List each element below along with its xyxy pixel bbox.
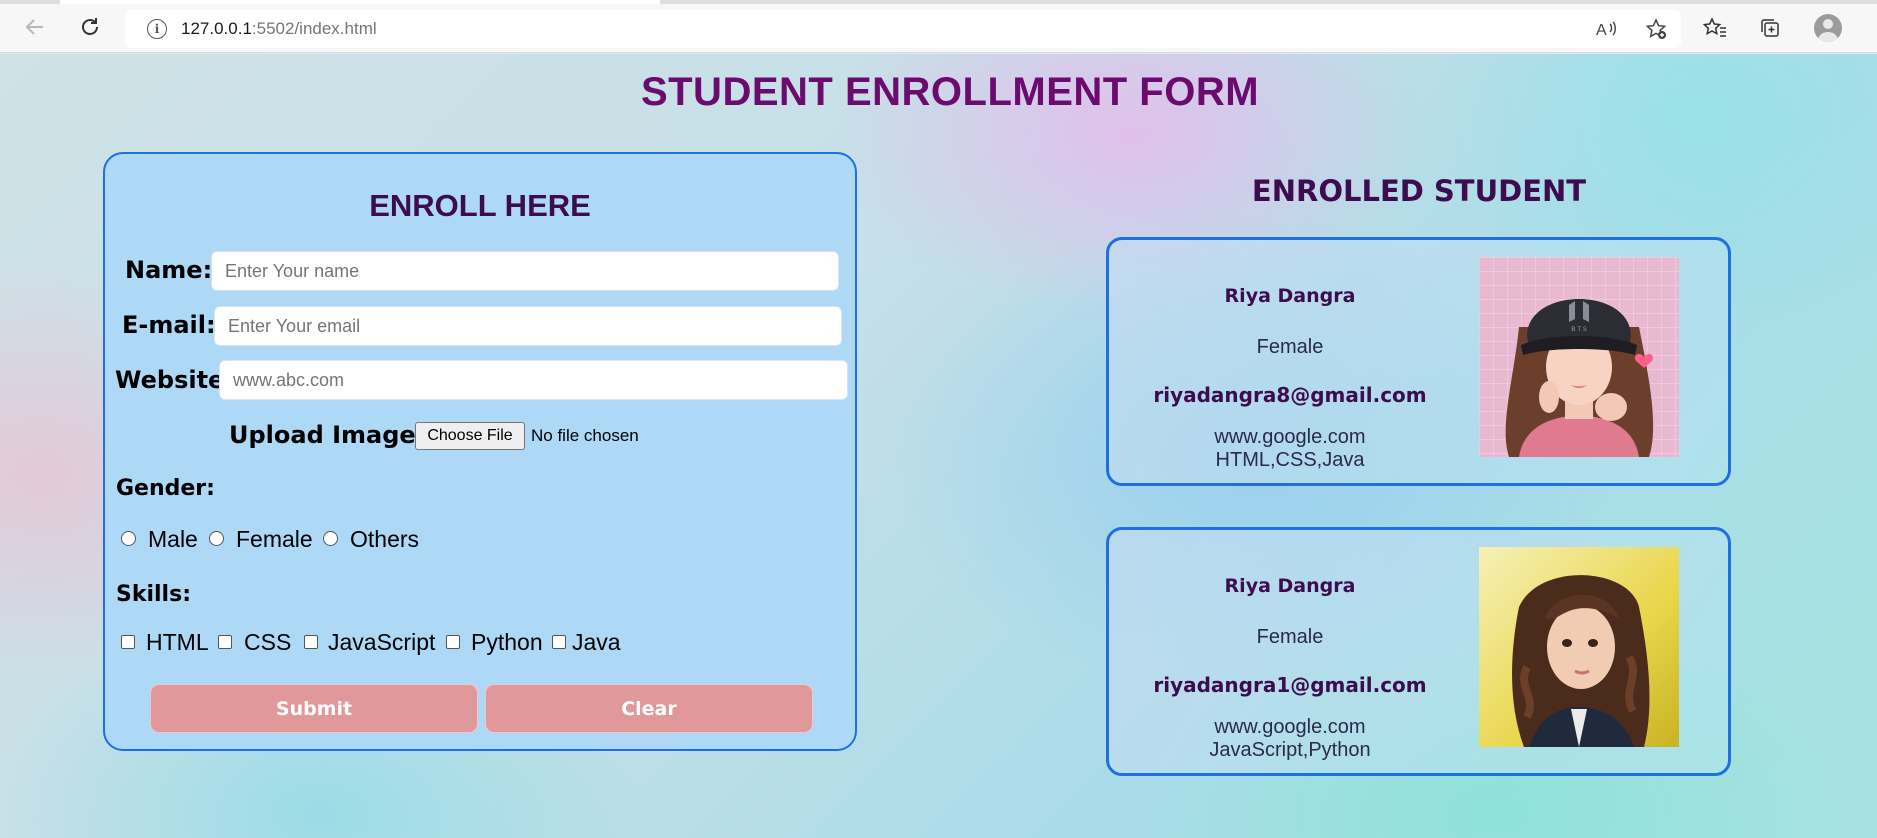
student-photo bbox=[1479, 547, 1679, 747]
website-label: Website bbox=[115, 366, 225, 394]
page-body: STUDENT ENROLLMENT FORM ENROLL HERE Name… bbox=[0, 54, 1877, 838]
address-bar[interactable]: i 127.0.0.1:5502/index.html A bbox=[125, 10, 1681, 48]
skill-option-python: Python bbox=[471, 629, 543, 655]
back-button[interactable] bbox=[20, 12, 50, 42]
page-title: STUDENT ENROLLMENT FORM bbox=[640, 70, 1260, 114]
svg-text:A: A bbox=[1596, 22, 1607, 39]
enrolled-heading: ENROLLED STUDENT bbox=[1251, 174, 1587, 208]
upload-image-label: Upload Image: bbox=[229, 421, 426, 449]
tab-strip bbox=[0, 0, 1877, 4]
skill-checkbox-css[interactable] bbox=[218, 635, 232, 649]
gender-radio-others[interactable] bbox=[323, 531, 338, 546]
student-name: Riya Dangra bbox=[1224, 575, 1356, 597]
student-card: Riya Dangra Female riyadangra1@gmail.com… bbox=[1106, 527, 1731, 776]
skill-option-css: CSS bbox=[244, 629, 292, 655]
submit-button[interactable]: Submit bbox=[150, 684, 478, 733]
read-aloud-icon[interactable]: A bbox=[1593, 16, 1619, 42]
arrow-left-icon bbox=[25, 19, 43, 35]
email-label: E-mail: bbox=[122, 311, 216, 339]
gender-radio-female[interactable] bbox=[209, 531, 224, 546]
favorites-icon[interactable] bbox=[1700, 13, 1730, 43]
browser-toolbar: i 127.0.0.1:5502/index.html A bbox=[0, 0, 1877, 53]
skill-option-html: HTML bbox=[146, 629, 209, 655]
name-input[interactable] bbox=[211, 251, 839, 291]
star-add-icon[interactable] bbox=[1643, 16, 1669, 42]
form-heading: ENROLL HERE bbox=[369, 188, 591, 223]
student-photo: B T S bbox=[1479, 257, 1679, 457]
website-input[interactable] bbox=[219, 360, 848, 400]
student-email: riyadangra1@gmail.com bbox=[1153, 673, 1427, 697]
name-label: Name: bbox=[125, 256, 213, 284]
skill-checkbox-python[interactable] bbox=[446, 635, 460, 649]
enroll-form: ENROLL HERE Name: E-mail: Website Upload… bbox=[103, 152, 857, 751]
student-gender: Female bbox=[1256, 626, 1324, 648]
profile-avatar-icon[interactable] bbox=[1814, 14, 1842, 42]
url-host: 127.0.0.1 bbox=[181, 19, 252, 38]
gender-option-male: Male bbox=[148, 526, 198, 552]
skill-option-javascript: JavaScript bbox=[328, 629, 436, 655]
email-input[interactable] bbox=[214, 306, 842, 346]
student-card: Riya Dangra Female riyadangra8@gmail.com… bbox=[1106, 237, 1731, 486]
refresh-icon bbox=[82, 18, 98, 35]
url-path: :5502/index.html bbox=[251, 19, 377, 38]
gender-radio-male[interactable] bbox=[121, 531, 136, 546]
skill-checkbox-html[interactable] bbox=[121, 635, 135, 649]
student-website: www.google.com bbox=[1214, 426, 1366, 448]
refresh-button[interactable] bbox=[75, 12, 105, 42]
student-skills: HTML,CSS,Java bbox=[1215, 449, 1365, 471]
student-email: riyadangra8@gmail.com bbox=[1153, 383, 1427, 407]
info-icon[interactable]: i bbox=[147, 19, 167, 39]
student-name: Riya Dangra bbox=[1224, 285, 1356, 307]
url-text[interactable]: 127.0.0.1:5502/index.html bbox=[181, 19, 377, 39]
cap-logo-text: B T S bbox=[1571, 326, 1587, 333]
gender-label: Gender: bbox=[116, 476, 215, 501]
student-gender: Female bbox=[1256, 336, 1324, 358]
gender-option-female: Female bbox=[236, 526, 313, 552]
skill-option-java: Java bbox=[572, 629, 621, 655]
clear-button[interactable]: Clear bbox=[485, 684, 813, 733]
collections-icon[interactable] bbox=[1755, 13, 1785, 43]
cartoon-girl-bts-cap-photo: B T S bbox=[1479, 257, 1679, 457]
student-skills: JavaScript,Python bbox=[1209, 739, 1371, 761]
gender-option-others: Others bbox=[350, 526, 420, 552]
skill-checkbox-javascript[interactable] bbox=[304, 635, 318, 649]
skills-label: Skills: bbox=[116, 582, 191, 607]
choose-file-button[interactable]: Choose File bbox=[415, 422, 525, 450]
active-tab[interactable] bbox=[60, 0, 660, 4]
student-website: www.google.com bbox=[1214, 716, 1366, 738]
file-status-text: No file chosen bbox=[531, 426, 639, 445]
girl-portrait-photo bbox=[1479, 547, 1679, 747]
skill-checkbox-java[interactable] bbox=[552, 635, 566, 649]
